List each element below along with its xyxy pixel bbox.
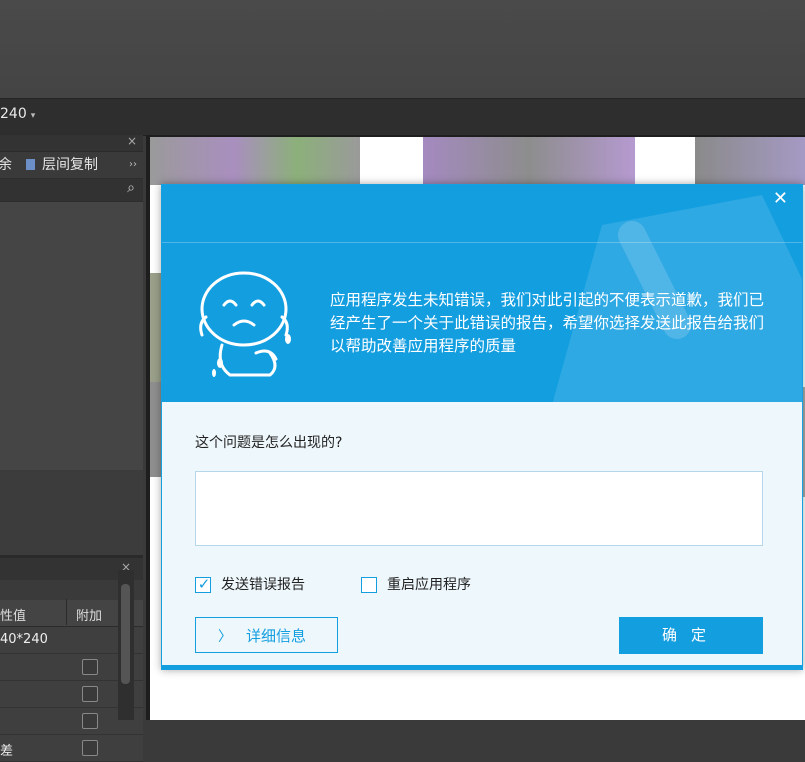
column-add-header: 附加 [76,609,103,624]
panel-header: × [0,134,143,152]
column-divider [66,599,67,625]
row-checkbox[interactable] [82,740,98,756]
copy-layer-icon [26,159,35,170]
floorplan-tile [150,137,360,185]
row-value: 40*240 [0,632,48,647]
restart-app-label: 重启应用程序 [387,577,471,593]
send-report-label: 发送错误报告 [221,577,305,593]
panel-toolbar: 余 层间复制 ›› [0,152,143,179]
error-report-dialog: ✕ 应用程序发生未知错误，我们对此引起的不便表示道歉，我们已经产生了一个关于此错… [161,184,803,670]
restart-app-checkbox[interactable]: 重启应用程序 [361,575,471,595]
dialog-header: ✕ 应用程序发生未知错误，我们对此引起的不便表示道歉，我们已经产生了一个关于此错… [162,185,802,402]
row-value: 差 [0,744,14,759]
check-icon: ✓ [197,575,211,593]
question-label: 这个问题是怎么出现的? [195,435,343,451]
zoom-value: 240 [0,106,27,122]
dialog-footer-bar [162,665,802,669]
scrollbar-thumb[interactable] [121,584,130,684]
details-label: 详细信息 [246,627,307,645]
floorplan-tile [695,137,805,185]
problem-description-input[interactable] [195,471,763,546]
checkbox-box[interactable] [361,577,377,593]
error-message: 应用程序发生未知错误，我们对此引起的不便表示道歉，我们已经产生了一个关于此错误的… [330,291,765,355]
layer-list [0,202,143,470]
table-row[interactable]: 差 [0,735,143,762]
chevron-right-icon: 〉 [218,629,232,645]
header-divider [162,242,802,243]
checkbox-box[interactable]: ✓ [195,575,211,593]
send-report-checkbox[interactable]: ✓ 发送错误报告 [195,575,305,595]
ok-button[interactable]: 确定 [619,617,763,654]
zoom-dropdown[interactable]: 240 ▾ [0,106,35,122]
main-toolbar [0,98,805,136]
panel-search[interactable]: ⌕ [0,179,143,202]
toolbar-partial-label[interactable]: 余 [0,152,12,178]
chevron-down-icon: ▾ [30,111,36,121]
close-icon[interactable]: ✕ [773,188,788,209]
app-titlebar [0,0,805,98]
row-checkbox[interactable] [82,713,98,729]
details-button[interactable]: 〉详细信息 [195,617,338,653]
close-icon[interactable]: × [127,134,137,148]
layer-copy-button[interactable]: 层间复制 [42,152,98,178]
crying-mascot-icon [199,271,291,377]
floorplan-tile [423,137,635,185]
dialog-body: 这个问题是怎么出现的? ✓ 发送错误报告 重启应用程序 〉详细信息 确定 [162,402,802,669]
more-icon[interactable]: ›› [129,152,137,178]
properties-scrollbar[interactable] [118,570,134,720]
row-checkbox[interactable] [82,659,98,675]
panel-spacer [0,470,143,555]
column-value-header: 性值 [0,609,27,624]
search-icon[interactable]: ⌕ [127,180,135,196]
row-checkbox[interactable] [82,686,98,702]
